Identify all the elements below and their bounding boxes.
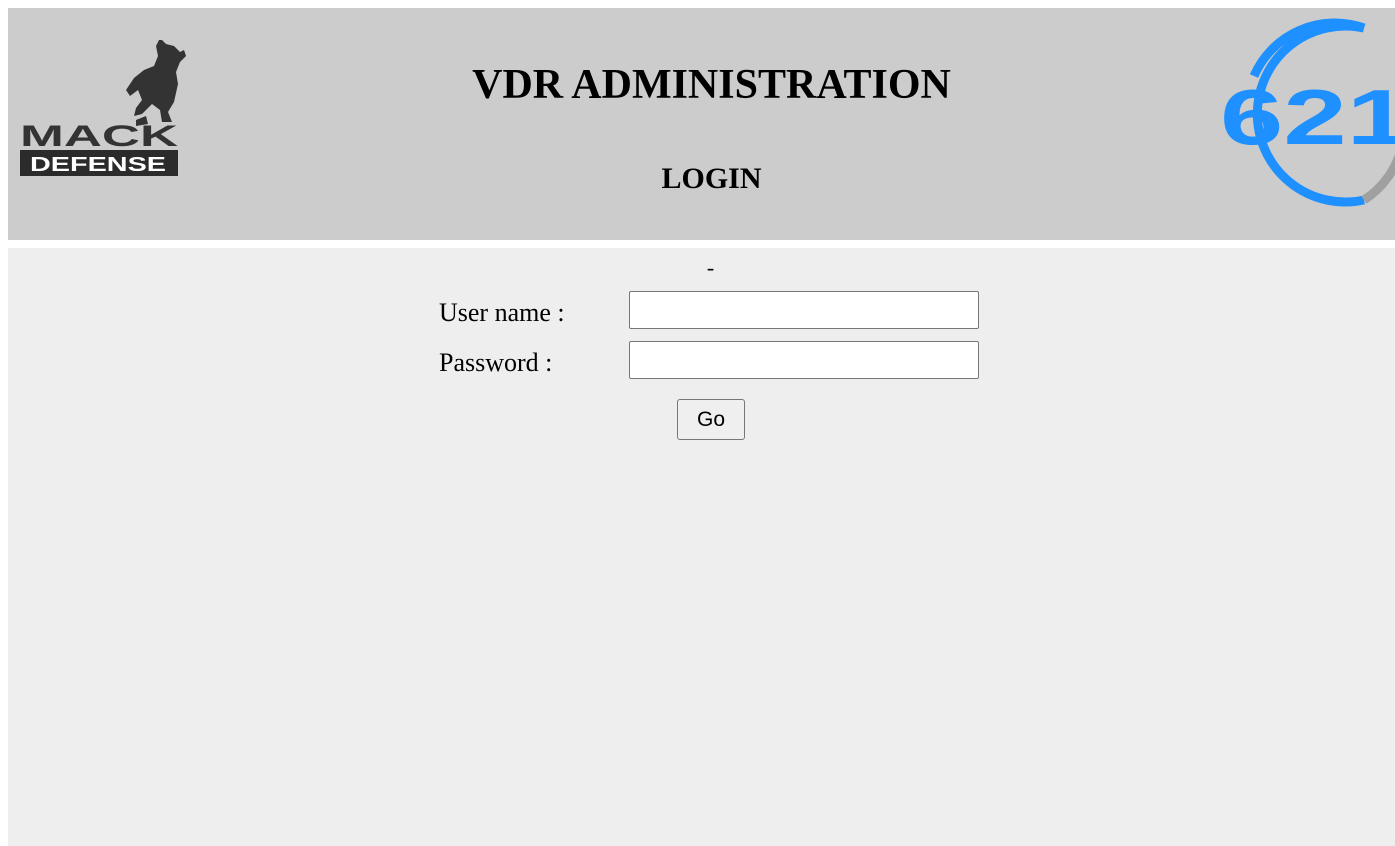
header: MACK DEFENSE VDR ADMINISTRATION LOGIN 62… (8, 8, 1395, 240)
logo-text-defense: DEFENSE (30, 154, 166, 176)
password-input[interactable] (629, 341, 979, 379)
page-subtitle: LOGIN (661, 162, 762, 195)
login-form-area: - User name : Password : Go (8, 248, 1395, 846)
password-label: Password : (439, 348, 553, 377)
logo-text-mack: MACK (20, 120, 179, 153)
username-input[interactable] (629, 291, 979, 329)
621-logo-icon: 621 (1220, 18, 1395, 207)
page: MACK DEFENSE VDR ADMINISTRATION LOGIN 62… (8, 8, 1395, 846)
username-label: User name : (439, 298, 565, 327)
page-title: VDR ADMINISTRATION (472, 62, 951, 108)
go-button[interactable]: Go (677, 399, 745, 440)
621-logo: 621 (1214, 16, 1395, 212)
bulldog-icon: MACK DEFENSE (20, 38, 186, 176)
svg-text:621: 621 (1220, 73, 1395, 161)
mack-defense-logo: MACK DEFENSE (16, 38, 191, 178)
status-message: - (706, 255, 715, 280)
